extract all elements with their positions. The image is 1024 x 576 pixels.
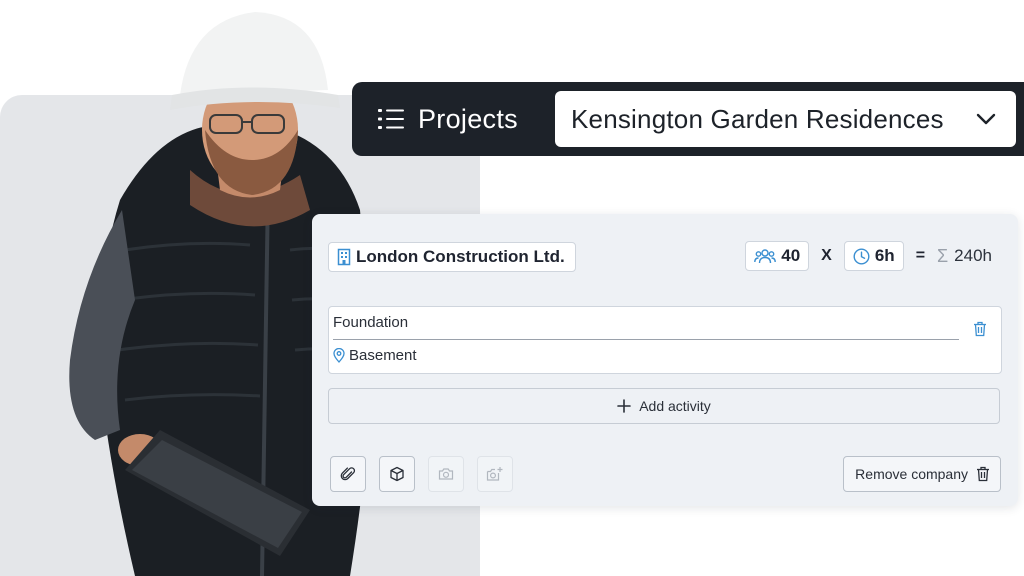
activity-name-field[interactable]: Foundation xyxy=(333,314,959,340)
activity-location[interactable]: Basement xyxy=(333,347,417,364)
delete-activity-icon[interactable] xyxy=(973,321,987,337)
chevron-down-icon xyxy=(976,113,996,125)
remove-company-label: Remove company xyxy=(855,466,968,482)
remove-company-button[interactable]: Remove company xyxy=(843,456,1001,492)
company-chip[interactable]: London Construction Ltd. xyxy=(328,242,576,272)
workers-count: 40 xyxy=(781,246,801,265)
paperclip-icon xyxy=(340,467,356,481)
hours-value: 6h xyxy=(874,246,895,265)
multiply-sign: X xyxy=(821,247,832,264)
camera-button[interactable] xyxy=(428,456,464,492)
total-hours-value: 240h xyxy=(954,246,992,265)
project-select[interactable]: Kensington Garden Residences xyxy=(555,91,1016,147)
clock-icon xyxy=(853,247,870,265)
add-activity-label: Add activity xyxy=(639,398,711,414)
selected-project: Kensington Garden Residences xyxy=(571,103,944,134)
hours-chip[interactable]: 6h xyxy=(843,241,904,271)
camera-icon xyxy=(438,468,454,480)
location-pin-icon xyxy=(333,348,345,363)
total-hours: Σ 240h xyxy=(937,246,992,267)
plus-icon xyxy=(617,399,632,413)
list-icon xyxy=(378,109,404,129)
activity-item: Foundation Basement xyxy=(328,306,1002,374)
building-icon xyxy=(337,248,351,266)
projects-bar: Projects Kensington Garden Residences xyxy=(352,82,1024,156)
add-activity-button[interactable]: Add activity xyxy=(328,388,1000,424)
workers-count-chip[interactable]: 40 xyxy=(745,241,810,271)
sigma-icon: Σ xyxy=(937,245,949,266)
users-icon xyxy=(754,249,777,264)
company-name: London Construction Ltd. xyxy=(356,247,565,266)
box-icon xyxy=(390,466,404,482)
trash-icon xyxy=(977,466,989,482)
add-photo-button[interactable] xyxy=(477,456,513,492)
location-label: Basement xyxy=(349,347,417,364)
company-stats: 40 X 6h = Σ 240h xyxy=(745,241,992,271)
projects-menu[interactable]: Projects xyxy=(378,82,518,156)
equals-sign: = xyxy=(915,247,926,264)
materials-button[interactable] xyxy=(379,456,415,492)
company-card: London Construction Ltd. 40 X 6h = Σ 240… xyxy=(312,214,1018,506)
projects-label: Projects xyxy=(418,103,518,134)
attach-button[interactable] xyxy=(330,456,366,492)
camera-plus-icon xyxy=(486,467,503,481)
